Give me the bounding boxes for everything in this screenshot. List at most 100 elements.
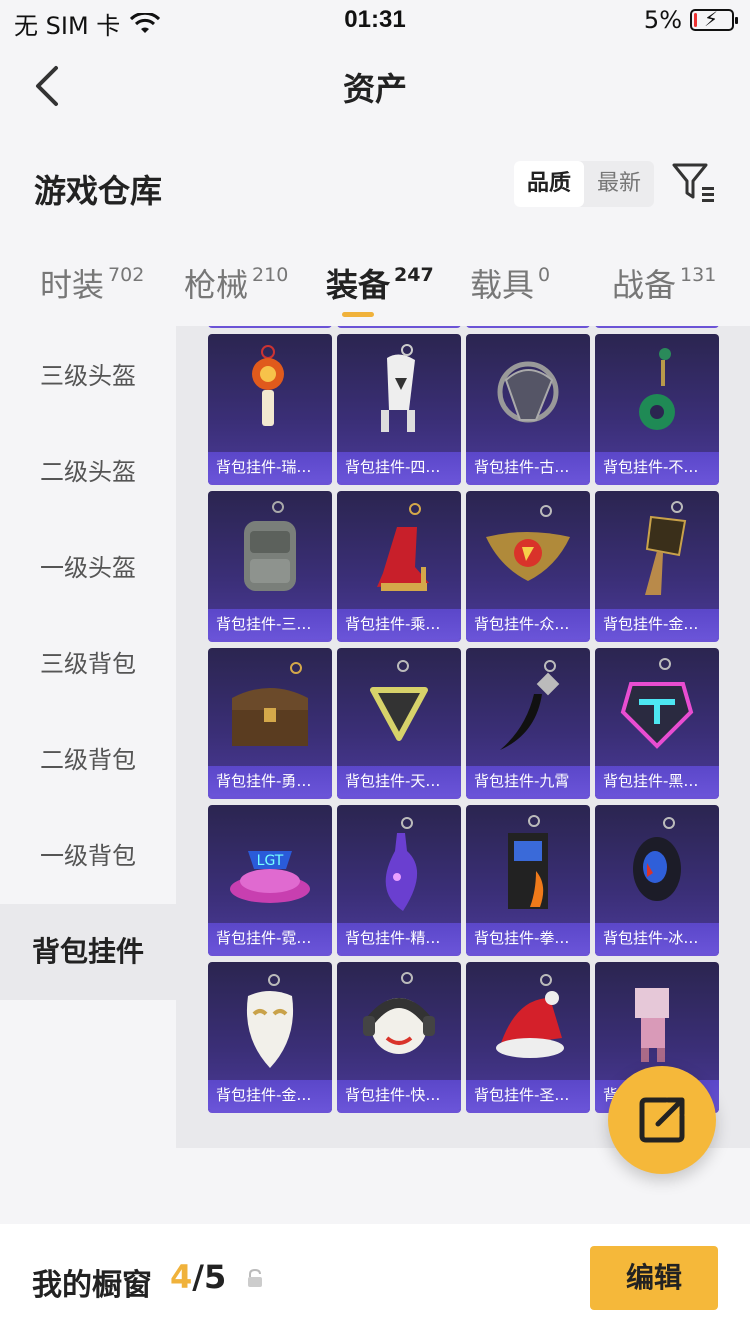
sidebar-item-level3-backpack[interactable]: 三级背包 <box>0 616 176 712</box>
share-button[interactable] <box>608 1066 716 1174</box>
potion-bottle-pendant-icon <box>385 817 418 911</box>
item-card[interactable]: 背包挂件-三… <box>208 491 332 642</box>
item-label: 背包挂件-冰… <box>595 923 719 953</box>
svg-text:LGT: LGT <box>257 853 284 869</box>
showcase-total: /5 <box>192 1258 227 1296</box>
tab-label: 战备 <box>612 266 677 304</box>
item-label: 背包挂件-天… <box>337 766 461 796</box>
arcade-cabinet-pendant-icon <box>508 815 548 909</box>
robot-pendant-icon <box>381 344 415 432</box>
nav-bar: 资产 <box>0 50 750 120</box>
item-card[interactable]: LGT 背包挂件-霓… <box>208 805 332 956</box>
item-label: 背包挂件-圣… <box>466 1080 590 1110</box>
item-card[interactable]: 背包挂件-金… <box>595 491 719 642</box>
edit-button[interactable]: 编辑 <box>590 1246 718 1310</box>
item-label: 背包挂件-不… <box>595 452 719 482</box>
lucky-charm-pendant-icon <box>252 345 284 426</box>
tab-supplies[interactable]: 战备 131 <box>612 260 716 306</box>
treasure-chest-pendant-icon <box>232 662 308 746</box>
item-card[interactable]: 背包挂件-天… <box>337 648 461 799</box>
tab-label: 载具 <box>470 266 535 304</box>
share-external-icon <box>639 1097 685 1143</box>
tab-label: 装备 <box>326 266 391 304</box>
item-label: 背包挂件-三… <box>208 609 332 639</box>
status-bar: 无 SIM 卡 01:31 5% ⚡ <box>0 0 750 42</box>
item-label: 背包挂件-众… <box>466 609 590 639</box>
partial-card <box>208 326 332 328</box>
tab-vehicles[interactable]: 载具 0 <box>470 260 550 306</box>
item-card[interactable]: 背包挂件-金… <box>208 962 332 1113</box>
high-heel-pendant-icon <box>377 503 429 591</box>
item-card[interactable]: 背包挂件-瑞… <box>208 334 332 485</box>
item-card[interactable]: 背包挂件-乘… <box>337 491 461 642</box>
item-label: 背包挂件-精… <box>337 923 461 953</box>
golden-tassel-pendant-icon <box>645 501 687 595</box>
backpack-pendant-icon <box>244 501 296 591</box>
category-tabs: 时装 702 枪械 210 装备 247 载具 0 战备 131 <box>0 260 750 320</box>
santa-hat-pendant-icon <box>496 974 564 1058</box>
neon-logo-pendant-icon <box>620 658 694 749</box>
sidebar-item-backpack-pendant[interactable]: 背包挂件 <box>0 904 176 1000</box>
clock: 01:31 <box>344 6 406 33</box>
item-label: 背包挂件-古… <box>466 452 590 482</box>
item-card[interactable]: 背包挂件-勇… <box>208 648 332 799</box>
emoji-headphones-pendant-icon <box>363 972 435 1054</box>
sort-option-newest[interactable]: 最新 <box>584 161 654 207</box>
item-label: 背包挂件-四… <box>337 452 461 482</box>
sidebar-item-level3-helmet[interactable]: 三级头盔 <box>0 328 176 424</box>
item-label: 背包挂件-黑… <box>595 766 719 796</box>
dragon-emblem-pendant-icon <box>497 361 559 423</box>
filter-button[interactable] <box>672 161 716 205</box>
sidebar-item-level2-backpack[interactable]: 二级背包 <box>0 712 176 808</box>
tab-count: 247 <box>394 264 434 286</box>
item-card[interactable]: 背包挂件-九霄 <box>466 648 590 799</box>
item-label: 背包挂件-九霄 <box>466 766 590 796</box>
item-card[interactable]: 背包挂件-拳… <box>466 805 590 956</box>
item-label: 背包挂件-拳… <box>466 923 590 953</box>
item-label: 背包挂件-快… <box>337 1080 461 1110</box>
pixel-character-pendant-icon <box>635 988 669 1062</box>
tab-label: 枪械 <box>184 266 249 304</box>
ice-helmet-pendant-icon <box>633 817 681 901</box>
feather-pendant-icon <box>500 660 560 750</box>
item-label: 背包挂件-乘… <box>337 609 461 639</box>
item-card[interactable]: 背包挂件-四… <box>337 334 461 485</box>
partial-card <box>337 326 461 328</box>
tab-equipment[interactable]: 装备 247 <box>326 260 434 317</box>
item-label: 背包挂件-霓… <box>208 923 332 953</box>
tab-fashion[interactable]: 时装 702 <box>40 260 144 306</box>
triangle-pendant-icon <box>370 660 428 741</box>
sidebar-item-level2-helmet[interactable]: 二级头盔 <box>0 424 176 520</box>
showcase-bar: 我的橱窗 4/5 编辑 <box>0 1224 750 1334</box>
item-card[interactable]: 背包挂件-不… <box>595 334 719 485</box>
showcase-count: 4/5 <box>170 1258 226 1296</box>
battery-icon: ⚡ <box>690 7 738 31</box>
sidebar-item-level1-helmet[interactable]: 一级头盔 <box>0 520 176 616</box>
jade-pendant-icon <box>639 348 675 430</box>
sidebar-item-level1-backpack[interactable]: 一级背包 <box>0 808 176 904</box>
item-label: 背包挂件-金… <box>595 609 719 639</box>
masquerade-mask-pendant-icon <box>246 974 294 1068</box>
sidebar: 三级头盔 二级头盔 一级头盔 三级背包 二级背包 一级背包 背包挂件 <box>0 328 176 1000</box>
showcase-label: 我的橱窗 <box>32 1268 152 1303</box>
item-card[interactable]: 背包挂件-精… <box>337 805 461 956</box>
item-card[interactable]: 背包挂件-黑… <box>595 648 719 799</box>
lock-icon <box>248 1268 262 1287</box>
item-grid-area[interactable]: 背包挂件-瑞… 背包挂件-四… 背包挂件-古… 背包挂件-不… 背包挂件-三… … <box>176 326 750 1148</box>
filter-list-icon <box>672 163 714 202</box>
item-card[interactable]: 背包挂件-众… <box>466 491 590 642</box>
tab-count: 131 <box>680 264 717 286</box>
item-card[interactable]: 背包挂件-圣… <box>466 962 590 1113</box>
sort-option-quality[interactable]: 品质 <box>514 161 584 207</box>
tab-count: 210 <box>252 264 289 286</box>
item-card[interactable]: 背包挂件-古… <box>466 334 590 485</box>
showcase-current: 4 <box>170 1258 193 1296</box>
active-tab-indicator <box>342 312 374 317</box>
item-card[interactable]: 背包挂件-冰… <box>595 805 719 956</box>
item-card[interactable]: 背包挂件-快… <box>337 962 461 1113</box>
battery-percent: 5% <box>643 6 682 34</box>
partial-card <box>466 326 590 328</box>
winged-badge-pendant-icon <box>486 505 570 581</box>
tab-weapons[interactable]: 枪械 210 <box>184 260 288 306</box>
item-grid: 背包挂件-瑞… 背包挂件-四… 背包挂件-古… 背包挂件-不… 背包挂件-三… … <box>208 326 720 1113</box>
